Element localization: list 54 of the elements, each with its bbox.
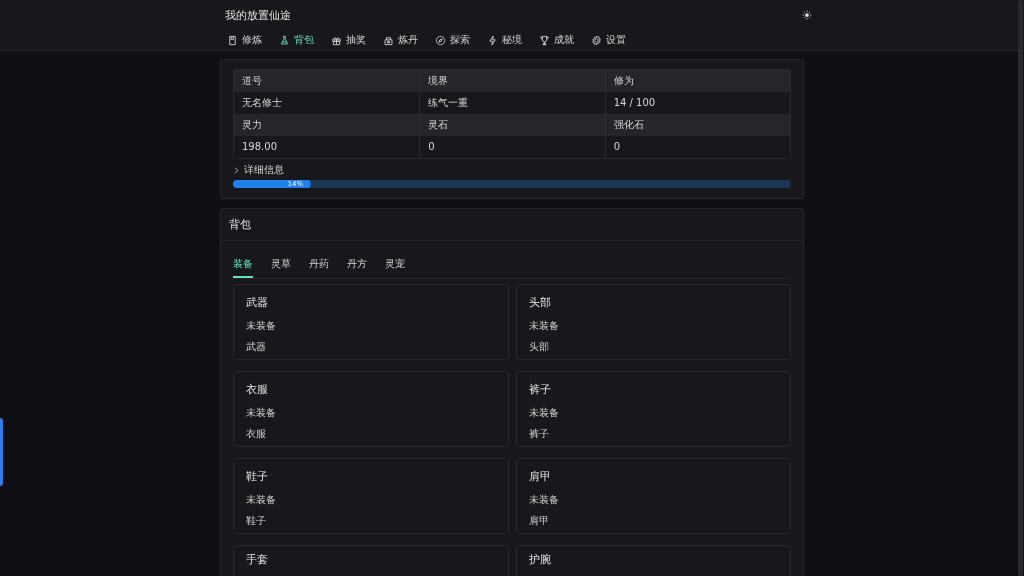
table-cell: 0 xyxy=(419,136,605,158)
nav-tab[interactable]: 探索 xyxy=(433,33,472,47)
nav-tab[interactable]: 背包 xyxy=(277,33,316,47)
compass-icon xyxy=(435,34,446,46)
slot-status: 未装备 xyxy=(528,406,559,420)
slot-type: 鞋子 xyxy=(246,514,266,528)
table-cell-text: 198.00 xyxy=(241,140,278,154)
nav-tab[interactable]: 设置 xyxy=(589,33,628,47)
slot-title: 衣服 xyxy=(246,382,268,397)
nav-tab[interactable]: 炼丹 xyxy=(381,33,420,47)
slot-type: 衣服 xyxy=(246,427,266,441)
sun-icon[interactable] xyxy=(802,10,812,20)
flask-icon xyxy=(279,34,290,46)
slot-status: 未装备 xyxy=(246,493,276,507)
slot-title: 头部 xyxy=(528,295,551,310)
slot-title: 肩甲 xyxy=(528,469,551,484)
panel-title: 背包 xyxy=(221,209,803,241)
slot-title: 鞋子 xyxy=(246,469,268,484)
app-title: 我的放置仙途 xyxy=(225,7,291,23)
slot-status: 未装备 xyxy=(528,493,559,507)
column-header: 灵力 xyxy=(241,118,263,132)
nav-tab[interactable]: 成就 xyxy=(537,33,576,47)
lightning-icon xyxy=(487,34,498,46)
slot-status: 未装备 xyxy=(246,406,276,420)
table-cell-text: 无名修士 xyxy=(241,96,283,110)
book-icon xyxy=(227,34,238,46)
category-tab[interactable]: 装备 xyxy=(233,253,253,278)
category-tab[interactable]: 丹方 xyxy=(347,253,367,278)
nav-tab[interactable]: 修炼 xyxy=(225,33,264,47)
settings-icon xyxy=(591,34,602,46)
slot-title: 裤子 xyxy=(528,382,551,397)
nav-tab[interactable]: 抽奖 xyxy=(329,33,368,47)
chevron-icon xyxy=(233,166,240,174)
slot-type: 头部 xyxy=(528,340,549,354)
side-handle[interactable] xyxy=(0,418,3,486)
category-tab[interactable]: 灵宠 xyxy=(385,253,405,278)
trophy-icon xyxy=(539,34,550,46)
scrollbar[interactable] xyxy=(1018,0,1023,576)
nav-tab[interactable]: 秘境 xyxy=(485,33,524,47)
slot-type: 武器 xyxy=(246,340,266,354)
table-cell: 0 xyxy=(604,136,790,158)
slot-title: 手套 xyxy=(246,552,268,567)
details-toggle[interactable]: 详细信息 xyxy=(233,163,284,177)
slot-title: 护腕 xyxy=(528,552,551,567)
column-header: 道号 xyxy=(241,74,263,88)
slot-status: 未装备 xyxy=(246,319,276,333)
slot-type: 裤子 xyxy=(528,427,549,441)
pot-icon xyxy=(383,34,394,46)
slot-title: 武器 xyxy=(246,295,268,310)
category-tab[interactable]: 灵草 xyxy=(271,253,291,278)
category-tab[interactable]: 丹药 xyxy=(309,253,329,278)
slot-type: 肩甲 xyxy=(528,514,549,528)
slot-status: 未装备 xyxy=(528,319,559,333)
gift-icon xyxy=(331,34,342,46)
